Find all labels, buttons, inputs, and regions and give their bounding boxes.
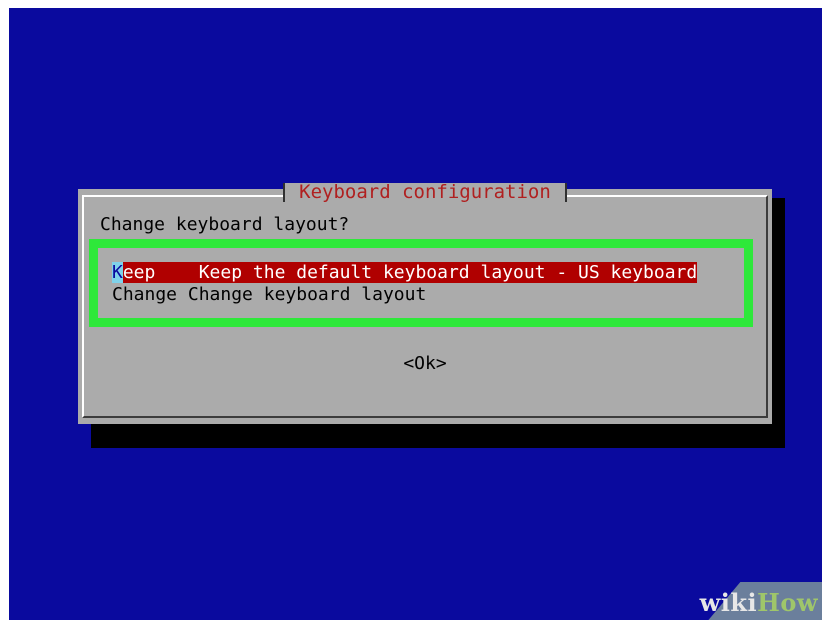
option-keep-key: eep bbox=[122, 262, 156, 283]
option-change-key: Change bbox=[112, 284, 178, 305]
option-change-description: Change keyboard layout bbox=[187, 284, 427, 305]
dialog-title-wrap: Keyboard configuration bbox=[84, 183, 766, 214]
text-cursor: K bbox=[112, 262, 123, 283]
option-keep-description: Keep the default keyboard layout - US ke… bbox=[198, 262, 698, 283]
option-change[interactable]: Change Change keyboard layout bbox=[112, 284, 426, 305]
dialog-prompt: Change keyboard layout? bbox=[100, 214, 350, 235]
watermark-logo: wikiHow bbox=[699, 588, 818, 617]
layout-options-list: Keep Keep the default keyboard layout - … bbox=[98, 248, 744, 318]
keyboard-configuration-dialog: Keyboard configuration Change keyboard l… bbox=[78, 183, 772, 424]
option-keep[interactable]: Keep Keep the default keyboard layout - … bbox=[112, 262, 698, 283]
dialog-title: Keyboard configuration bbox=[283, 183, 567, 202]
wikihow-watermark: wikiHow bbox=[670, 582, 822, 620]
green-highlight-annotation: Keep Keep the default keyboard layout - … bbox=[89, 239, 753, 327]
ok-button[interactable]: <Ok> bbox=[78, 354, 772, 374]
terminal-screen: Keyboard configuration Change keyboard l… bbox=[9, 8, 822, 620]
